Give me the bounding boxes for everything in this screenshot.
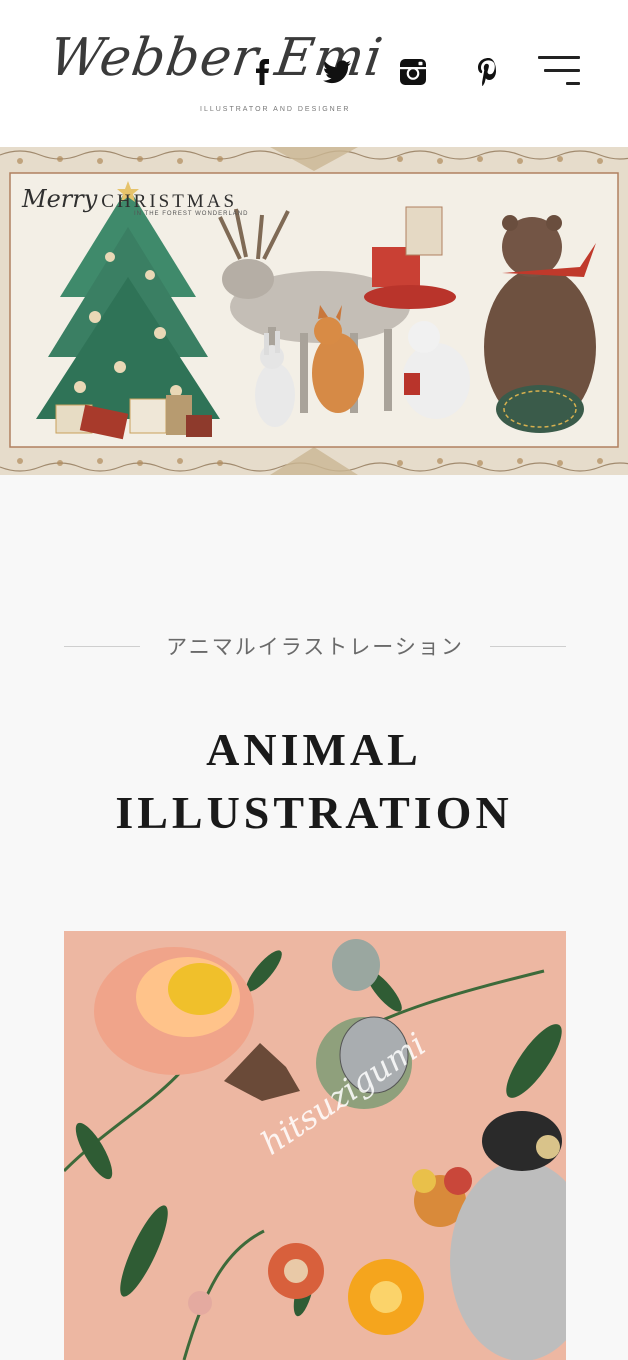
- banner-title-text: CHRISTMAS: [101, 191, 238, 212]
- section-title-line2: ILLUSTRATION: [115, 787, 513, 838]
- pinterest-icon: [478, 58, 496, 86]
- section-title-line1: ANIMAL: [206, 724, 422, 775]
- logo-tagline: ILLUSTRATOR AND DESIGNER: [200, 106, 351, 113]
- animal-illustration-artwork[interactable]: hitsuzigumi: [64, 931, 566, 1360]
- banner-title: Merry CHRISTMAS: [22, 185, 237, 213]
- site-header: Webber Emi ILLUSTRATOR AND DESIGNER: [0, 0, 628, 147]
- instagram-icon: [400, 59, 426, 85]
- divider-right: [489, 645, 566, 647]
- banner-script-text: Merry: [22, 185, 98, 213]
- site-logo[interactable]: Webber Emi ILLUSTRATOR AND DESIGNER: [46, 24, 387, 120]
- menu-line: [544, 69, 580, 72]
- instagram-link[interactable]: [397, 56, 429, 88]
- hamburger-menu-icon: [538, 56, 580, 59]
- facebook-icon: [256, 59, 269, 85]
- facebook-link[interactable]: [246, 56, 278, 88]
- section-title: ANIMAL ILLUSTRATION: [0, 718, 628, 844]
- divider-left: [64, 645, 141, 647]
- christmas-banner[interactable]: Merry CHRISTMAS IN THE FOREST WONDERLAND: [0, 147, 628, 475]
- pinterest-link[interactable]: [472, 56, 504, 88]
- hamburger-menu-button[interactable]: [536, 54, 580, 88]
- artwork-illustration: [64, 931, 566, 1360]
- twitter-link[interactable]: [321, 56, 353, 88]
- banner-subtitle: IN THE FOREST WONDERLAND: [134, 211, 249, 217]
- section-subtitle: アニマルイラストレーション: [166, 635, 464, 659]
- menu-line: [566, 82, 580, 85]
- twitter-icon: [323, 60, 351, 84]
- section-subtitle-row: アニマルイラストレーション: [64, 628, 566, 664]
